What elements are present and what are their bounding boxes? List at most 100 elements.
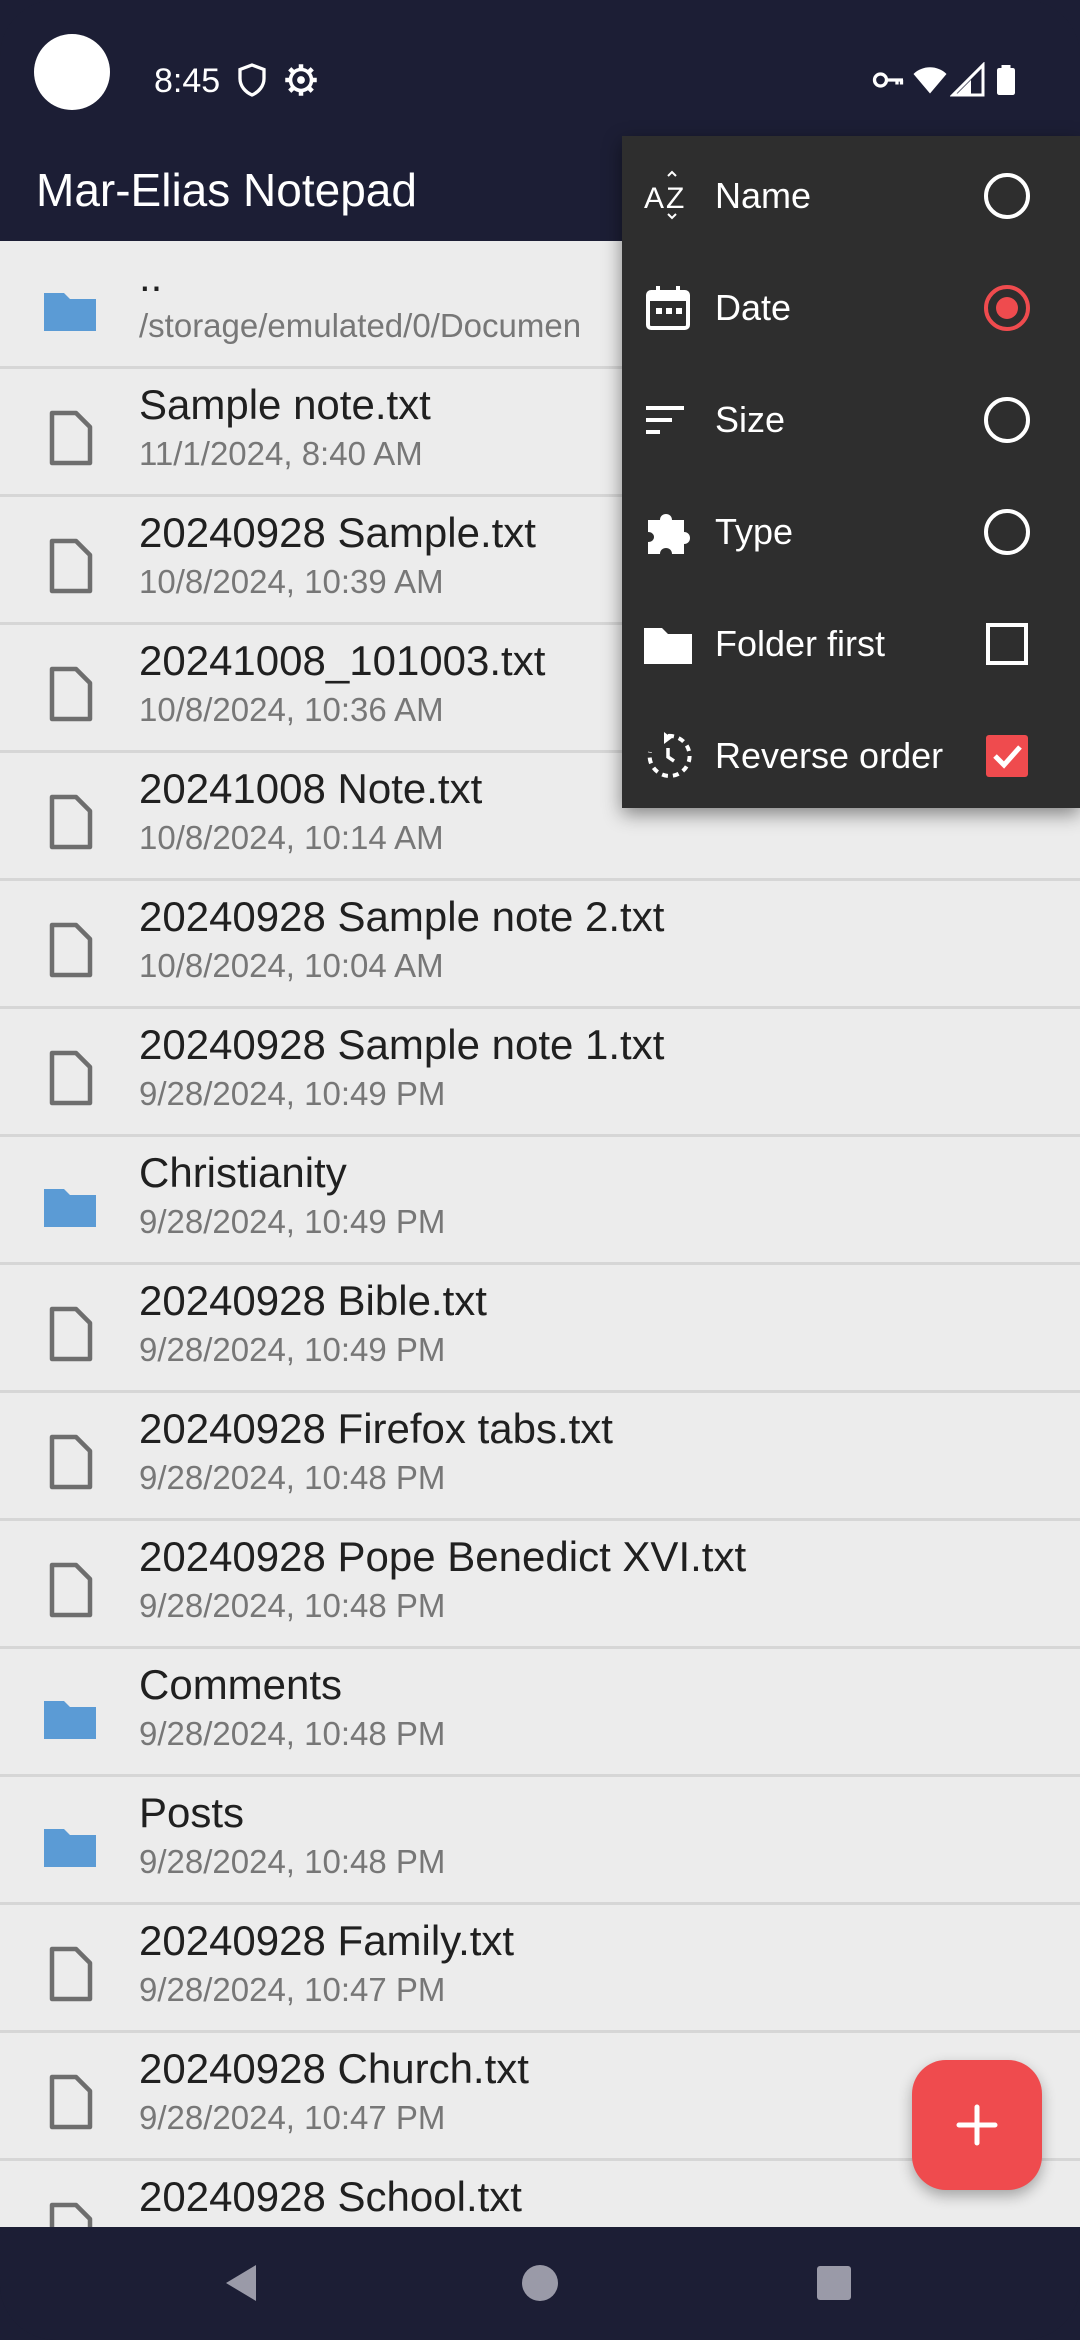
list-item-folder[interactable]: Christianity 9/28/2024, 10:49 PM — [0, 1137, 1080, 1265]
file-icon — [49, 922, 93, 978]
item-name: 20240928 Firefox tabs.txt — [139, 1405, 613, 1452]
reverse-rotate-icon — [647, 732, 692, 778]
sort-option-label: Name — [715, 175, 812, 216]
radio-button[interactable] — [980, 169, 1034, 223]
folder-icon — [44, 293, 96, 331]
file-icon — [49, 410, 93, 466]
svg-text:Z: Z — [666, 182, 684, 215]
item-name: Christianity — [139, 1149, 347, 1196]
folder-icon — [44, 1701, 96, 1739]
list-item-file[interactable]: 20240928 Sample note 1.txt 9/28/2024, 10:… — [0, 1009, 1080, 1137]
back-icon[interactable] — [214, 2255, 270, 2311]
item-name: 20240928 School.txt — [139, 2173, 522, 2220]
item-name: 20240928 Sample note 1.txt — [139, 1021, 665, 1068]
status-bar: 8:45 — [0, 0, 1080, 135]
item-name: 20240928 Church.txt — [139, 2045, 529, 2092]
sort-option-size[interactable]: Size — [622, 364, 1080, 476]
list-item-folder[interactable]: Posts 9/28/2024, 10:48 PM — [0, 1777, 1080, 1905]
file-icon — [49, 2202, 93, 2227]
sort-option-type[interactable]: Type — [622, 476, 1080, 588]
add-note-button[interactable] — [912, 2060, 1042, 2190]
sort-option-folder-first[interactable]: Folder first — [622, 588, 1080, 700]
svg-text:A: A — [644, 182, 664, 215]
list-item-file[interactable]: 20240928 Firefox tabs.txt 9/28/2024, 10:4… — [0, 1393, 1080, 1521]
sort-option-date[interactable]: Date — [622, 252, 1080, 364]
item-name: 20241008 Note.txt — [139, 765, 483, 812]
item-detail: 9/28/2024, 10:49 PM — [139, 1075, 446, 1112]
sort-lines-icon — [646, 406, 684, 434]
list-item-folder[interactable]: Comments 9/28/2024, 10:48 PM — [0, 1649, 1080, 1777]
item-name: 20240928 Pope Benedict XVI.txt — [139, 1533, 747, 1580]
list-item-file[interactable]: 20240928 Pope Benedict XVI.txt 9/28/2024,… — [0, 1521, 1080, 1649]
item-name: 20240928 Family.txt — [139, 1917, 515, 1964]
sort-option-label: Size — [715, 399, 786, 440]
item-name: 20240928 Sample.txt — [139, 509, 536, 556]
sort-alpha-icon: A Z — [644, 170, 684, 220]
sort-option-name[interactable]: A Z Name — [622, 140, 1080, 252]
shield-icon — [238, 63, 266, 97]
app-title: Mar-Elias Notepad — [36, 164, 417, 216]
camera-cutout — [34, 34, 110, 110]
sort-option-label: Date — [715, 287, 792, 328]
item-name: Comments — [139, 1661, 343, 1708]
folder-icon — [44, 1189, 96, 1227]
puzzle-icon — [648, 514, 690, 554]
radio-button[interactable] — [980, 505, 1034, 559]
vpn-key-icon — [872, 72, 904, 88]
battery-icon — [997, 65, 1015, 95]
item-detail: 9/28/2024, 10:48 PM — [139, 1715, 446, 1752]
radio-button[interactable] — [980, 393, 1034, 447]
item-detail: 9/28/2024, 10:48 PM — [139, 1843, 446, 1880]
phone-screen: 8:45 Mar-Elias Notepad .. /storage/emula… — [0, 0, 1080, 2340]
home-icon[interactable] — [512, 2255, 568, 2311]
item-detail: 10/8/2024, 10:36 AM — [139, 691, 444, 728]
item-name: 20240928 Bible.txt — [139, 1277, 487, 1324]
item-detail: 10/8/2024, 10:14 AM — [139, 819, 444, 856]
file-icon — [49, 538, 93, 594]
item-detail: 11/1/2024, 8:40 AM — [139, 435, 423, 472]
item-detail: 9/28/2024, 10:48 PM — [139, 1459, 446, 1496]
folder-icon — [644, 628, 692, 664]
list-item-file[interactable]: 20240928 Family.txt 9/28/2024, 10:47 PM — [0, 1905, 1080, 2033]
file-icon — [49, 666, 93, 722]
file-icon — [49, 1434, 93, 1490]
list-item-file[interactable]: 20240928 Bible.txt 9/28/2024, 10:49 PM — [0, 1265, 1080, 1393]
item-detail: /storage/emulated/0/Documen — [139, 307, 582, 344]
radio-button[interactable] — [980, 281, 1034, 335]
folder-icon — [44, 1829, 96, 1867]
sort-option-label: Type — [715, 511, 794, 552]
list-item-file[interactable]: 20240928 Sample note 2.txt 10/8/2024, 10:… — [0, 881, 1080, 1009]
wifi-icon — [913, 67, 947, 94]
file-icon — [49, 1306, 93, 1362]
sort-option-reverse-order[interactable]: Reverse order — [622, 700, 1080, 812]
item-detail: 10/8/2024, 10:39 AM — [139, 563, 444, 600]
item-name: 20241008_101003.txt — [139, 637, 546, 684]
recents-icon[interactable] — [806, 2255, 862, 2311]
item-name: 20240928 Sample note 2.txt — [139, 893, 665, 940]
file-icon — [49, 1562, 93, 1618]
item-name: Posts — [139, 1789, 245, 1836]
sort-option-label: Reverse order — [715, 735, 944, 776]
item-detail: 9/28/2024, 10:47 PM — [139, 1971, 446, 2008]
settings-gear-icon — [285, 64, 317, 96]
item-name: Sample note.txt — [139, 381, 431, 428]
file-icon — [49, 1946, 93, 2002]
calendar-icon — [646, 286, 690, 330]
plus-icon — [956, 2104, 998, 2146]
item-detail: 9/28/2024, 10:48 PM — [139, 1587, 446, 1624]
navigation-bar — [0, 2227, 1080, 2340]
sort-option-label: Folder first — [715, 623, 886, 664]
file-icon — [49, 2074, 93, 2130]
file-icon — [49, 794, 93, 850]
file-icon — [49, 1050, 93, 1106]
checkbox[interactable] — [980, 617, 1034, 671]
item-detail: 9/28/2024, 10:47 PM — [139, 2099, 446, 2136]
sort-menu: A Z Name Date Size Type Folder first Revers… — [622, 136, 1080, 808]
item-detail: 10/8/2024, 10:04 AM — [139, 947, 444, 984]
item-detail: 9/28/2024, 10:49 PM — [139, 1203, 446, 1240]
item-detail: 9/28/2024, 10:49 PM — [139, 1331, 446, 1368]
checkbox[interactable] — [980, 729, 1034, 783]
signal-icon — [950, 62, 985, 97]
status-time: 8:45 — [154, 62, 221, 100]
item-name: .. — [139, 253, 163, 300]
